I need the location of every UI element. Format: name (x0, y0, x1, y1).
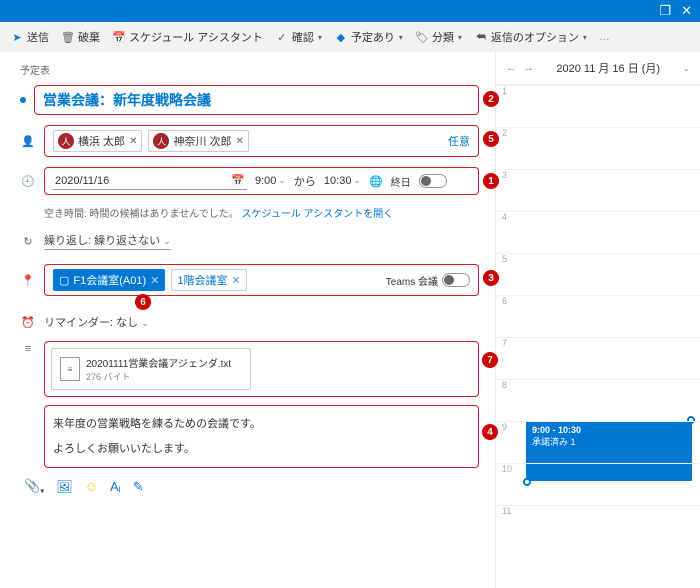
location-name: F1会議室(A01) (73, 272, 146, 288)
location-field[interactable]: ▢ F1会議室(A01) ✕ 1階会議室 ✕ Teams 会議 (44, 264, 479, 296)
callout-3: 3 (483, 270, 499, 286)
hour-line: 4 (496, 211, 700, 222)
scheduling-assistant-button[interactable]: 📅スケジュール アシスタント (112, 29, 263, 45)
hour-line: 7 (496, 337, 700, 348)
hour-line: 8 (496, 379, 700, 390)
clock-icon: 🕘 (20, 173, 36, 189)
breadcrumb: 予定表 (20, 62, 479, 77)
discard-button[interactable]: 🗑破棄 (61, 29, 100, 45)
attach-icon[interactable]: 📎▾ (24, 478, 44, 496)
attachment-chip[interactable]: ≡ 20201111営業会議アジェンダ.txt 276 バイト (51, 348, 251, 390)
attachment-size: 276 バイト (86, 370, 231, 383)
location-chip[interactable]: 1階会議室 ✕ (171, 269, 246, 291)
avatar-icon: 人 (153, 133, 169, 149)
event-title: 営業会議：新年度戦略会議 (43, 90, 211, 110)
recurrence-select[interactable]: 繰り返し: 繰り返さない ⌄ (44, 232, 171, 250)
close-icon[interactable]: ✕ (681, 3, 692, 19)
bullet-icon (20, 97, 26, 103)
restore-icon[interactable]: ❐ (659, 3, 671, 19)
attachment-name: 20201111営業会議アジェンダ.txt (86, 355, 231, 370)
callout-2: 2 (483, 91, 499, 107)
hour-line: 3 (496, 169, 700, 180)
send-button[interactable]: ➤送信 (10, 29, 49, 45)
callout-7: 7 (482, 352, 498, 368)
editor-toolbar: 📎▾ 🖼 ☺ Aᵢ ✎ (20, 478, 479, 496)
date-input[interactable]: 2020/11/16 📅 (53, 172, 247, 190)
datetime-field: 2020/11/16 📅 9:00⌄ から 10:30⌄ 🌐 終日 (44, 167, 479, 195)
teams-label: Teams 会議 (386, 273, 438, 288)
attendee-chip[interactable]: 人 横浜 太郎 ✕ (53, 130, 142, 152)
callout-4: 4 (482, 424, 498, 440)
location-name: 1階会議室 (177, 272, 227, 288)
allday-toggle[interactable] (419, 174, 447, 188)
allday-label: 終日 (391, 174, 411, 189)
to-label: から (294, 173, 316, 189)
event-title-field[interactable]: 営業会議：新年度戦略会議 (34, 85, 479, 115)
mini-date-nav: ← → 2020 11 月 16 日 (月) ⌄ (496, 52, 700, 84)
location-icon: 📍 (20, 272, 36, 288)
hour-line: 6 (496, 295, 700, 306)
remove-attendee-icon[interactable]: ✕ (129, 136, 137, 147)
remove-location-icon[interactable]: ✕ (232, 274, 241, 287)
attachment-area: ≡ 20201111営業会議アジェンダ.txt 276 バイト 7 (44, 341, 479, 397)
attendees-field[interactable]: 人 横浜 太郎 ✕ 人 神奈川 次郎 ✕ 任意 (44, 125, 479, 157)
hour-line: 2 (496, 127, 700, 138)
window-titlebar: ❐ ✕ (0, 0, 700, 22)
attendee-name: 横浜 太郎 (78, 133, 125, 149)
optional-attendees-link[interactable]: 任意 (448, 133, 470, 149)
format-icon[interactable]: Aᵢ (110, 479, 121, 494)
end-time-select[interactable]: 10:30⌄ (324, 175, 361, 188)
prev-day-icon[interactable]: ← (506, 62, 517, 74)
reminder-icon: ⏰ (20, 315, 36, 331)
body-textarea[interactable]: 来年度の営業戦略を練るための会議です。 よろしくお願いいたします。 4 (44, 405, 479, 468)
calendar-icon[interactable]: 📅 (231, 174, 245, 187)
hour-line: 5 (496, 253, 700, 264)
mini-date-label: 2020 11 月 16 日 (月) (556, 60, 660, 76)
callout-1: 1 (483, 173, 499, 189)
avatar-icon: 人 (58, 133, 74, 149)
category-button[interactable]: 🏷分類▾ (415, 29, 462, 45)
body-line: 来年度の営業戦略を練るための会議です。 (53, 412, 470, 437)
body-line: よろしくお願いいたします。 (53, 437, 470, 462)
date-value: 2020/11/16 (55, 175, 109, 187)
remove-attendee-icon[interactable]: ✕ (236, 136, 244, 147)
timezone-icon[interactable]: 🌐 (369, 175, 383, 188)
meeting-status: 承諾済み 1 (532, 435, 686, 448)
open-scheduling-link[interactable]: スケジュール アシスタントを開く (242, 209, 394, 220)
next-day-icon[interactable]: → (523, 62, 534, 74)
more-button[interactable]: … (599, 31, 610, 43)
attendee-name: 神奈川 次郎 (173, 133, 231, 149)
resize-handle-icon[interactable] (523, 478, 531, 486)
file-icon: ≡ (60, 357, 80, 381)
callout-5: 5 (483, 131, 499, 147)
reply-options-button[interactable]: ⮪返信のオプション▾ (474, 29, 587, 45)
hour-line: 9 (496, 421, 700, 432)
attendee-chip[interactable]: 人 神奈川 次郎 ✕ (148, 130, 248, 152)
confirm-button[interactable]: ✓確認▾ (275, 29, 322, 45)
start-time-select[interactable]: 9:00⌄ (255, 175, 286, 188)
callout-6: 6 (135, 294, 151, 310)
body-icon: ≡ (20, 341, 36, 357)
hour-line: 11 (496, 505, 700, 516)
day-timeline[interactable]: 9:00 - 10:30 承諾済み 1 1234567891011 (496, 84, 700, 588)
status-button[interactable]: ◆予定あり▾ (334, 29, 403, 45)
freetime-hint: 空き時間: 時間の候補はありませんでした。 スケジュール アシスタントを開く (44, 205, 479, 220)
location-chip[interactable]: ▢ F1会議室(A01) ✕ (53, 269, 165, 291)
image-icon[interactable]: 🖼 (56, 479, 73, 495)
remove-location-icon[interactable]: ✕ (150, 274, 159, 287)
hour-line: 1 (496, 85, 700, 96)
ink-icon[interactable]: ✎ (133, 479, 144, 495)
emoji-icon[interactable]: ☺ (85, 479, 98, 494)
people-icon: 👤 (20, 133, 36, 149)
room-icon: ▢ (59, 274, 69, 287)
command-toolbar: ➤送信 🗑破棄 📅スケジュール アシスタント ✓確認▾ ◆予定あり▾ 🏷分類▾ … (0, 22, 700, 52)
reminder-select[interactable]: リマインダー: なし ⌄ (44, 314, 149, 331)
expand-icon[interactable]: ⌄ (682, 63, 690, 74)
recurrence-icon: ↻ (20, 233, 36, 249)
teams-toggle[interactable] (442, 273, 470, 287)
hour-line: 10 (496, 463, 700, 474)
